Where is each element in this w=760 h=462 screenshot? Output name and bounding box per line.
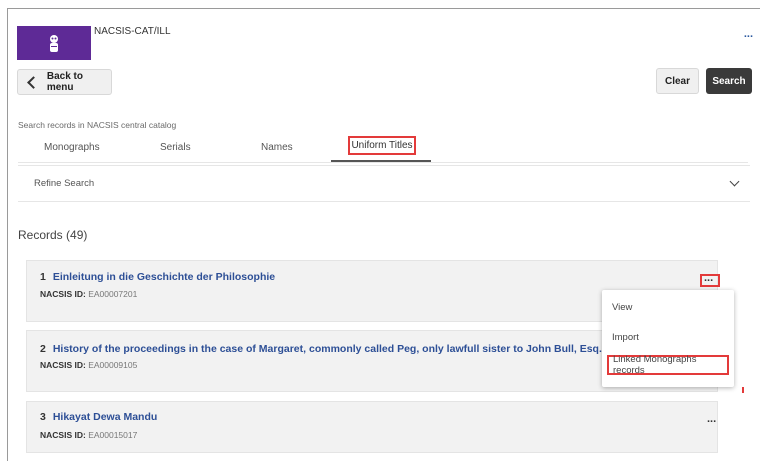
app-frame — [7, 8, 760, 461]
back-to-menu-button[interactable]: Back to menu — [17, 69, 112, 95]
ellipsis-icon[interactable]: ... — [744, 28, 753, 40]
menu-item-linked-monographs[interactable]: Linked Monographs records — [607, 354, 729, 376]
record-id-value: EA00009105 — [88, 360, 138, 370]
highlight-marker — [742, 387, 744, 393]
chevron-left-icon — [27, 75, 40, 89]
tab-serials[interactable]: Serials — [160, 142, 191, 153]
tabs-divider — [18, 162, 748, 163]
tab-monographs[interactable]: Monographs — [44, 142, 100, 153]
ellipsis-icon[interactable]: ... — [704, 272, 713, 284]
refine-search-label: Refine Search — [34, 178, 95, 189]
record-id: NACSIS ID: EA00015017 — [40, 430, 137, 440]
search-hint: Search records in NACSIS central catalog — [18, 120, 177, 130]
record-id: NACSIS ID: EA00007201 — [40, 289, 137, 299]
back-to-menu-label: Back to menu — [46, 71, 83, 93]
record-number: 3 — [40, 411, 46, 423]
record-title: Einleitung in die Geschichte der Philoso… — [52, 271, 276, 283]
record-id-label: NACSIS ID: — [40, 360, 86, 370]
record-number: 2 — [40, 343, 46, 355]
record-id: NACSIS ID: EA00009105 — [40, 360, 137, 370]
record-id-value: EA00007201 — [88, 289, 138, 299]
record-number: 1 — [40, 271, 46, 283]
record-title: History of the proceedings in the case o… — [52, 343, 602, 355]
owl-icon — [50, 35, 58, 52]
clear-button[interactable]: Clear — [656, 68, 699, 94]
record-id-label: NACSIS ID: — [40, 289, 86, 299]
tab-uniform-titles[interactable]: Uniform Titles — [348, 136, 416, 155]
menu-item-import[interactable]: Import — [612, 332, 639, 343]
record-title-link[interactable]: 3 Hikayat Dewa Mandu — [40, 411, 157, 423]
chevron-down-icon[interactable] — [729, 176, 740, 187]
record-title-link[interactable]: 2 History of the proceedings in the case … — [40, 343, 602, 355]
ellipsis-icon[interactable]: ... — [707, 413, 716, 425]
record-actions-menu: View Import Linked Monographs records — [602, 290, 734, 387]
records-heading: Records (49) — [18, 228, 88, 242]
refine-search-panel[interactable]: Refine Search — [18, 165, 750, 202]
menu-item-view[interactable]: View — [612, 302, 632, 313]
record-card: 3 Hikayat Dewa Mandu NACSIS ID: EA0001501… — [26, 401, 718, 453]
tab-names[interactable]: Names — [261, 142, 293, 153]
record-title-link[interactable]: 1 Einleitung in die Geschichte der Philos… — [40, 271, 275, 283]
record-id-value: EA00015017 — [88, 430, 138, 440]
search-button[interactable]: Search — [706, 68, 752, 94]
record-title: Hikayat Dewa Mandu — [52, 411, 158, 423]
app-title: NACSIS-CAT/ILL — [94, 26, 171, 37]
record-id-label: NACSIS ID: — [40, 430, 86, 440]
institution-logo — [17, 26, 91, 60]
